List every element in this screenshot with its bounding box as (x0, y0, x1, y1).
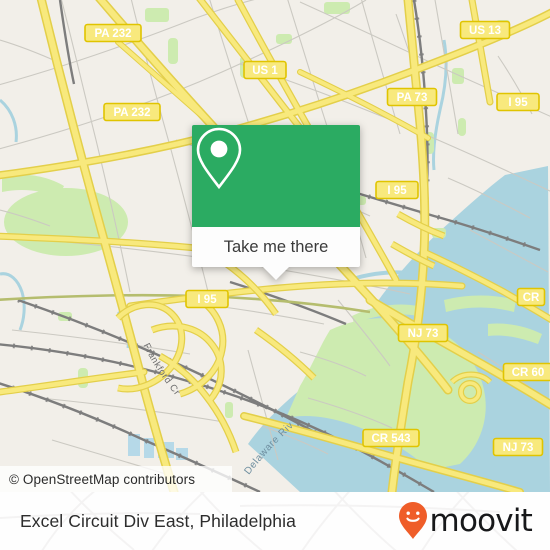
highway-shield-label: CR 60 (512, 367, 545, 379)
highway-shield: I 95 (375, 180, 419, 200)
park-small-5 (324, 2, 350, 14)
highway-shield: I 95 (185, 289, 229, 309)
location-popup-card[interactable]: Take me there (192, 125, 360, 280)
highway-shield: PA 73 (386, 87, 438, 107)
highway-shield-label: NJ 73 (503, 442, 534, 454)
park-small-4 (276, 34, 292, 44)
moovit-wordmark: moovit (429, 502, 533, 539)
park-small-14 (225, 402, 233, 418)
highway-shield-label: US 13 (469, 25, 501, 37)
highway-shield: I 95 (496, 92, 540, 112)
page-title: Excel Circuit Div East, Philadelphia (20, 492, 296, 550)
map-page: Frankford Creek Delaware River PA 232US … (0, 0, 550, 550)
take-me-there-label: Take me there (223, 237, 329, 256)
highway-shield-label: PA 232 (113, 107, 150, 119)
osm-attribution: © OpenStreetMap contributors (0, 466, 232, 492)
popup-card-tail (263, 267, 289, 280)
highway-shield: NJ 73 (397, 323, 449, 343)
map-pin-icon (196, 127, 242, 190)
park-small-7 (458, 118, 466, 136)
highway-shield: CR 60 (502, 362, 550, 382)
map-canvas[interactable]: Frankford Creek Delaware River PA 232US … (0, 0, 550, 492)
highway-shield-label: CR (523, 292, 540, 304)
highway-shield-label: I 95 (508, 97, 528, 109)
highway-shield-label: I 95 (197, 294, 217, 306)
moovit-logo[interactable]: moovit (398, 492, 533, 550)
highway-shield-label: CR 543 (372, 433, 411, 445)
highway-shield: CR (516, 287, 546, 307)
highway-shield-label: US 1 (252, 65, 278, 77)
highway-shield-label: PA 232 (94, 28, 131, 40)
park-small-1 (145, 8, 169, 22)
popup-pin-panel (192, 125, 360, 227)
highway-shield: US 1 (243, 60, 287, 80)
highway-shield-label: PA 73 (397, 92, 428, 104)
highway-shield: PA 232 (84, 23, 142, 43)
highway-shield-label: NJ 73 (408, 328, 439, 340)
highway-shield: PA 232 (103, 102, 161, 122)
moovit-pin-smile-icon (398, 502, 427, 539)
highway-shield: US 13 (459, 20, 511, 40)
highway-shield: CR 543 (362, 428, 420, 448)
highway-shield: NJ 73 (492, 437, 544, 457)
osm-attribution-text: © OpenStreetMap contributors (9, 471, 196, 487)
highway-shield-label: I 95 (387, 185, 407, 197)
park-small-8 (452, 68, 464, 84)
place-title-text: Excel Circuit Div East, Philadelphia (20, 510, 296, 531)
park-small-2 (168, 38, 178, 64)
take-me-there-button[interactable]: Take me there (192, 227, 360, 267)
footer-bar: Excel Circuit Div East, Philadelphia moo… (0, 492, 550, 550)
